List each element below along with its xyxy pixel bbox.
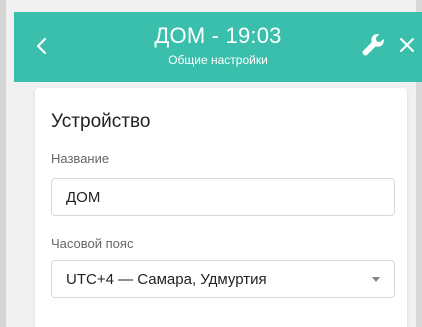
close-icon bbox=[400, 38, 414, 52]
device-settings-card: Устройство Название ДОМ Часовой пояс UTC… bbox=[35, 88, 407, 327]
header-title-block: ДОМ - 19:03 Общие настройки bbox=[94, 22, 342, 68]
timezone-select-value: UTC+4 — Самара, Удмуртия bbox=[66, 271, 267, 288]
app-header: ДОМ - 19:03 Общие настройки bbox=[14, 12, 422, 82]
name-input[interactable]: ДОМ bbox=[51, 178, 395, 216]
timezone-label: Часовой пояс bbox=[51, 236, 134, 251]
name-label: Название bbox=[51, 151, 110, 166]
page-subtitle: Общие настройки bbox=[168, 53, 268, 67]
page-title: ДОМ - 19:03 bbox=[154, 23, 282, 48]
close-button[interactable] bbox=[398, 36, 416, 54]
back-button[interactable] bbox=[30, 34, 54, 58]
chevron-left-icon bbox=[36, 37, 47, 55]
left-panel-edge bbox=[0, 0, 6, 327]
name-input-value: ДОМ bbox=[66, 189, 101, 206]
section-title: Устройство bbox=[51, 111, 151, 132]
wrench-icon bbox=[362, 34, 384, 56]
timezone-select[interactable]: UTC+4 — Самара, Удмуртия bbox=[51, 260, 395, 298]
dropdown-arrow-icon bbox=[372, 277, 380, 282]
settings-button[interactable] bbox=[360, 32, 386, 58]
